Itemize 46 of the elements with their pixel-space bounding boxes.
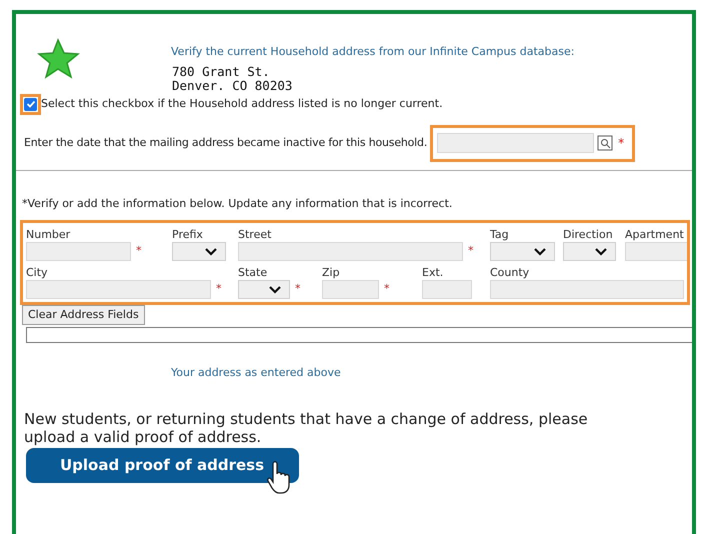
field-label: Number [26, 228, 72, 242]
required-mark: * [618, 135, 624, 152]
chevron-down-icon [269, 286, 281, 294]
required-mark: * [468, 244, 474, 258]
dropdown[interactable] [238, 280, 290, 299]
text-field[interactable] [26, 280, 211, 299]
date-field[interactable] [437, 133, 594, 153]
intro-heading: Verify the current Household address from our Infinite Campus database: [171, 44, 574, 60]
hand-pointer-icon [266, 460, 292, 494]
chevron-down-icon [595, 248, 607, 256]
text-field[interactable] [322, 280, 379, 299]
text-field[interactable] [490, 280, 684, 299]
address-line: Denver. CO 80203 [172, 78, 294, 92]
dropdown[interactable] [563, 242, 616, 261]
field-label: County [490, 266, 530, 280]
field-label: Apartment [625, 228, 685, 242]
field-label: Zip [322, 266, 341, 280]
field-label: Tag [490, 228, 510, 242]
instructions-text: *Verify or add the information below. Update any information that is incorrect. [22, 196, 454, 212]
field-label: City [26, 266, 49, 280]
text-field[interactable] [238, 242, 463, 261]
dropdown[interactable] [172, 242, 226, 261]
checkbox-label: Select this checkbox if the Household address listed is no longer current. [41, 96, 443, 112]
map-caption: Your address as entered above [171, 365, 342, 381]
inactive-date-label: Enter the date that the mailing address became inactive for this household. [24, 134, 428, 151]
text-field[interactable] [625, 242, 687, 261]
field-label: State [238, 266, 268, 280]
chevron-down-icon [534, 248, 546, 256]
required-mark: * [295, 282, 300, 296]
calendar-search-icon[interactable] [597, 135, 614, 151]
clear-address-button[interactable]: Clear Address Fields [22, 305, 145, 325]
text-field[interactable] [422, 280, 472, 299]
required-mark: * [384, 282, 390, 296]
text-field[interactable] [26, 242, 131, 261]
proof-instructions: New students, or returning students that have a change of address, please upload a valid proof of address. [24, 410, 589, 446]
field-label: Direction [563, 228, 614, 242]
check-icon [26, 99, 36, 109]
field-label: Street [238, 228, 272, 242]
checkbox[interactable] [24, 98, 37, 110]
upload-proof-button[interactable]: Upload proof of address [26, 448, 299, 482]
address-line: 780 Grant St. [172, 64, 271, 78]
field-label: Ext. [422, 266, 444, 280]
chevron-down-icon [205, 248, 217, 256]
required-mark: * [136, 244, 142, 258]
required-mark: * [216, 282, 222, 296]
field-label: Prefix [172, 228, 204, 242]
